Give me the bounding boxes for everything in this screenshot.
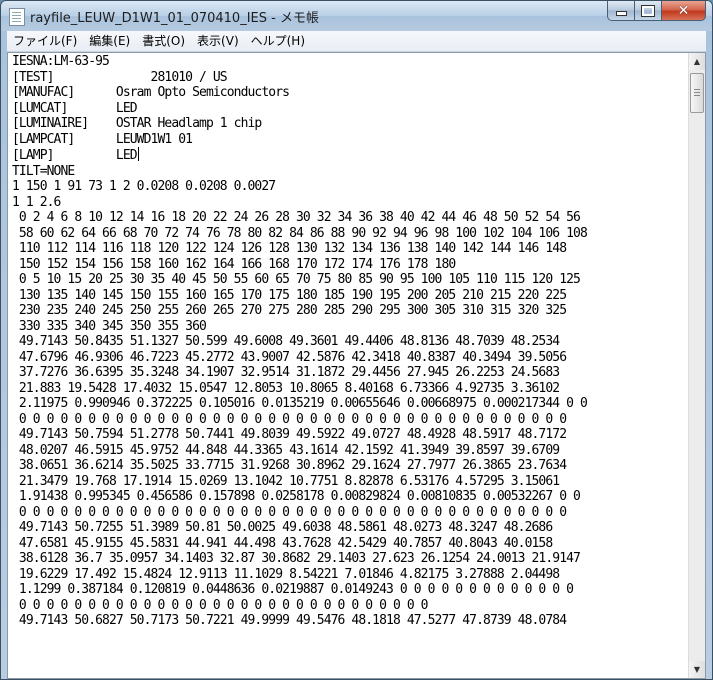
close-button[interactable]: ✕	[662, 1, 706, 21]
text-line: 38.6128 36.7 35.0957 34.1403 32.87 30.86…	[12, 551, 581, 566]
minimize-icon	[615, 11, 627, 16]
scroll-thumb[interactable]	[690, 73, 704, 113]
maximize-icon	[641, 4, 655, 17]
text-line: 49.7143 50.6827 50.7173 50.7221 49.9999 …	[12, 613, 567, 628]
text-line: 19.6229 17.492 15.4824 12.9113 11.1029 8…	[12, 566, 560, 582]
menu-help[interactable]: ヘルプ(H)	[245, 31, 311, 51]
document-text[interactable]: IESNA:LM-63-95 [TEST] 281010 / US [MANUFAC…	[12, 54, 688, 678]
window-title: rayfile_LEUW_D1W1_01_070410_IES - メモ帳	[30, 11, 319, 26]
text-line: 0 5 10 15 20 25 30 35 40 45 50 55 60 65 …	[12, 272, 581, 287]
text-line: 1 150 1 91 73 1 2 0.0208 0.0208 0.0027	[12, 179, 276, 194]
notepad-window: rayfile_LEUW_D1W1_01_070410_IES - メモ帳 ✕ …	[0, 0, 713, 680]
text-line: TILT=NONE	[12, 163, 75, 179]
text-line: 0 0 0 0 0 0 0 0 0 0 0 0 0 0 0 0 0 0 0 0 …	[12, 504, 567, 520]
maximize-button[interactable]	[635, 1, 662, 21]
text-line: 150 152 154 156 158 160 162 164 166 168 …	[12, 256, 456, 272]
title-bar[interactable]: rayfile_LEUW_D1W1_01_070410_IES - メモ帳 ✕	[1, 1, 712, 31]
text-line: [LUMINAIRE] OSTAR Headlamp 1 chip	[12, 116, 262, 131]
text-line: 330 335 340 345 350 355 360	[12, 318, 207, 334]
text-line: 47.6796 46.9306 46.7223 45.2772 43.9007 …	[12, 349, 567, 365]
text-line: [LAMP] LED	[12, 148, 138, 163]
text-line: 2.11975 0.990946 0.372225 0.105016 0.013…	[12, 396, 588, 411]
minimize-button[interactable]	[607, 1, 635, 21]
menu-file[interactable]: ファイル(F)	[7, 31, 83, 51]
text-line: [LUMCAT] LED	[12, 100, 138, 116]
text-line: 38.0651 36.6214 35.5025 33.7715 31.9268 …	[12, 458, 567, 473]
text-line: 21.883 19.5428 17.4032 15.0547 12.8053 1…	[12, 380, 560, 396]
text-line: 49.7143 50.7594 51.2778 50.7441 49.8039 …	[12, 427, 567, 442]
menu-edit[interactable]: 編集(E)	[83, 31, 136, 51]
text-line: 1.91438 0.995345 0.456586 0.157898 0.025…	[12, 489, 581, 504]
text-line: 1.1299 0.387184 0.120819 0.0448636 0.021…	[12, 582, 574, 597]
text-line: [LAMPCAT] LEUWD1W1 01	[12, 131, 193, 147]
text-line: 47.6581 45.9155 45.5831 44.941 44.498 43…	[12, 535, 553, 551]
text-caret	[137, 147, 139, 161]
menu-format[interactable]: 書式(O)	[136, 31, 191, 51]
text-line: 58 60 62 64 66 68 70 72 74 76 78 80 82 8…	[12, 225, 588, 241]
text-line: 110 112 114 116 118 120 122 124 126 128 …	[12, 241, 567, 256]
text-line: 0 2 4 6 8 10 12 14 16 18 20 22 24 26 28 …	[12, 210, 581, 225]
close-icon: ✕	[677, 2, 690, 19]
caption-buttons: ✕	[607, 1, 706, 21]
text-line: 37.7276 36.6395 35.3248 34.1907 32.9514 …	[12, 365, 560, 380]
scroll-up-button[interactable]: ▲	[689, 53, 705, 70]
text-line: [MANUFAC] Osram Opto Semiconductors	[12, 85, 290, 100]
text-line: 49.7143 50.8435 51.1327 50.599 49.6008 4…	[12, 334, 560, 349]
text-line: 0 0 0 0 0 0 0 0 0 0 0 0 0 0 0 0 0 0 0 0 …	[12, 597, 429, 613]
text-line: 1 1 2.6	[12, 194, 61, 210]
text-line: 130 135 140 145 150 155 160 165 170 175 …	[12, 287, 567, 303]
text-line: 21.3479 19.768 17.1914 15.0269 13.1042 1…	[12, 473, 560, 489]
menu-view[interactable]: 表示(V)	[191, 31, 245, 51]
vertical-scrollbar[interactable]: ▲ ▼	[688, 53, 705, 678]
chevron-up-icon: ▲	[693, 57, 701, 66]
text-line: [TEST] 281010 / US	[12, 69, 228, 85]
chevron-down-icon: ▼	[693, 665, 701, 674]
text-editor[interactable]: IESNA:LM-63-95 [TEST] 281010 / US [MANUFAC…	[7, 52, 706, 679]
text-line: 49.7143 50.7255 51.3989 50.81 50.0025 49…	[12, 520, 553, 535]
notepad-icon[interactable]	[9, 8, 25, 26]
text-line: 0 0 0 0 0 0 0 0 0 0 0 0 0 0 0 0 0 0 0 0 …	[12, 411, 567, 427]
menu-bar: ファイル(F) 編集(E) 書式(O) 表示(V) ヘルプ(H)	[7, 31, 706, 52]
text-line: IESNA:LM-63-95	[12, 54, 110, 69]
scroll-down-button[interactable]: ▼	[689, 661, 705, 678]
text-line: 230 235 240 245 250 255 260 265 270 275 …	[12, 303, 567, 318]
text-line: 48.0207 46.5915 45.9752 44.848 44.3365 4…	[12, 442, 560, 458]
